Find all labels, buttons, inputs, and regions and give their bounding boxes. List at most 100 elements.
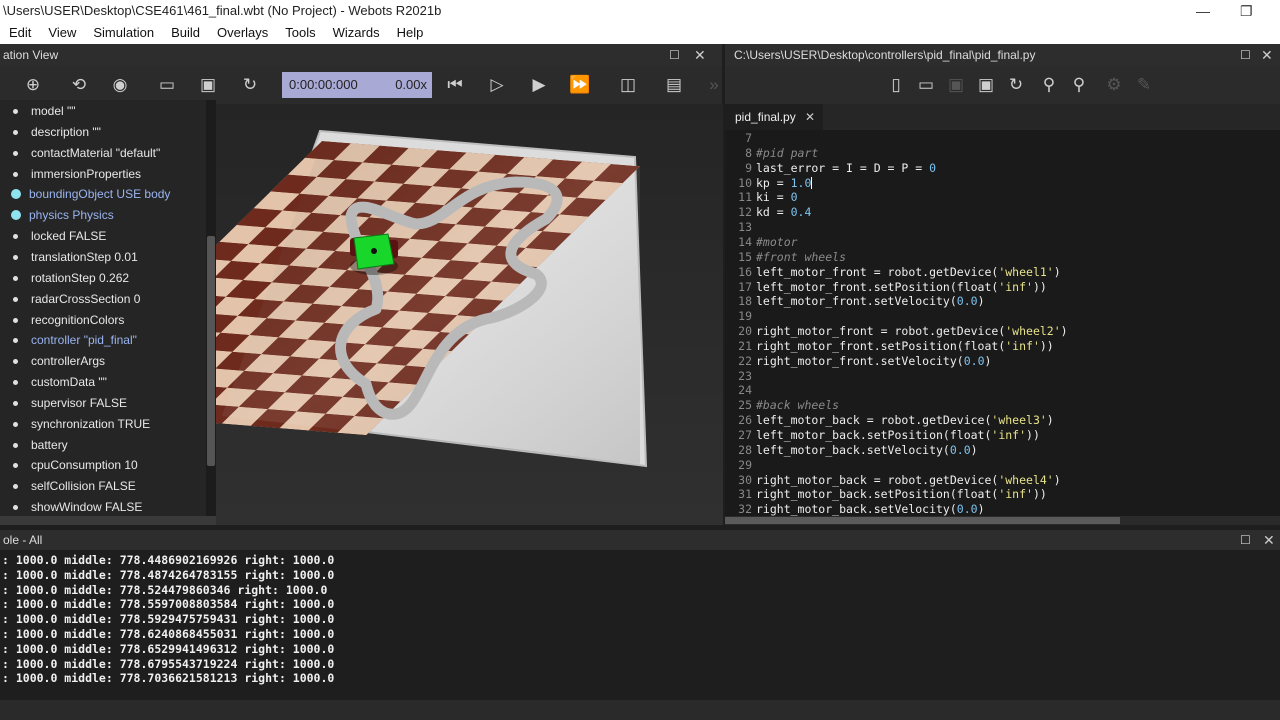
- open-file-icon[interactable]: ▭: [915, 74, 937, 96]
- scene-tree-item[interactable]: rotationStep 0.262: [0, 268, 206, 289]
- 3d-view[interactable]: [48, 104, 723, 525]
- record-movie-icon[interactable]: ▤: [663, 74, 685, 96]
- scene-tree-item[interactable]: showWindow FALSE: [0, 497, 206, 516]
- save-file-icon[interactable]: ▣: [945, 74, 967, 96]
- code-line[interactable]: 19: [725, 309, 756, 324]
- screenshot-icon[interactable]: »: [703, 74, 725, 96]
- scene-tree-item[interactable]: supervisor FALSE: [0, 393, 206, 414]
- code-line[interactable]: 30 right_motor_back = robot.getDevice('wh…: [725, 473, 1061, 488]
- tab-pid-final[interactable]: pid_final.py ✕: [725, 104, 823, 130]
- clean-icon[interactable]: ✎: [1133, 74, 1155, 96]
- code-editor[interactable]: 7 8 #pid part 9 last_error = I = D = P = 0 10…: [725, 130, 1280, 516]
- scene-tree-item[interactable]: radarCrossSection 0: [0, 289, 206, 310]
- code-line[interactable]: 28 left_motor_back.setVelocity(0.0): [725, 443, 977, 458]
- minimize-icon[interactable]: —: [1196, 0, 1210, 22]
- float-console-icon[interactable]: ☐: [1240, 530, 1251, 550]
- scene-tree-item[interactable]: boundingObject USE body: [0, 184, 206, 205]
- code-line[interactable]: 22 right_motor_front.setVelocity(0.0): [725, 354, 991, 369]
- code-line[interactable]: 24: [725, 383, 756, 398]
- scene-tree-item[interactable]: description "": [0, 122, 206, 143]
- code-line[interactable]: 12 kd = 0.4: [725, 205, 811, 220]
- code-line[interactable]: 10 kp = 1.0: [725, 176, 813, 191]
- scene-tree-item[interactable]: recognitionColors: [0, 310, 206, 331]
- code-line[interactable]: 16 left_motor_front = robot.getDevice('wh…: [725, 265, 1061, 280]
- scene-tree-item[interactable]: synchronization TRUE: [0, 414, 206, 435]
- close-tab-icon[interactable]: ✕: [805, 104, 815, 130]
- code-line[interactable]: 8 #pid part: [725, 146, 818, 161]
- reset-simulation-icon[interactable]: ⏮: [444, 74, 466, 96]
- scene-tree-item[interactable]: physics Physics: [0, 205, 206, 226]
- revert-icon[interactable]: ↻: [1005, 74, 1027, 96]
- code-line[interactable]: 14 #motor: [725, 235, 797, 250]
- scene-tree-item[interactable]: contactMaterial "default": [0, 143, 206, 164]
- console-line: : 1000.0 middle: 778.6529941496312 right…: [2, 641, 335, 656]
- fast-forward-icon[interactable]: ⏩: [569, 74, 591, 96]
- code-line[interactable]: 21 right_motor_front.setPosition(float('i…: [725, 339, 1054, 354]
- menu-wizards[interactable]: Wizards: [324, 22, 388, 44]
- scene-tree-item[interactable]: customData "": [0, 372, 206, 393]
- play-icon[interactable]: ▶: [528, 74, 550, 96]
- scene-tree-item[interactable]: controller "pid_final": [0, 330, 206, 351]
- line-number: 8: [745, 145, 752, 160]
- menu-overlays[interactable]: Overlays: [208, 22, 276, 44]
- menu-view[interactable]: View: [39, 22, 84, 44]
- code-line[interactable]: 11 ki = 0: [725, 190, 797, 205]
- close-panel-icon[interactable]: ✕: [694, 44, 706, 66]
- field-editor-splitter[interactable]: [0, 516, 216, 525]
- code-line[interactable]: 23: [725, 369, 756, 384]
- scene-tree-item[interactable]: immersionProperties: [0, 164, 206, 185]
- scene-tree-scroll-thumb[interactable]: [207, 236, 215, 466]
- new-file-icon[interactable]: ▯: [885, 74, 907, 96]
- scene-tree-item[interactable]: translationStep 0.01: [0, 247, 206, 268]
- scene-tree-item[interactable]: locked FALSE: [0, 226, 206, 247]
- scene-tree-item[interactable]: cpuConsumption 10: [0, 455, 206, 476]
- code-scroll-thumb[interactable]: [725, 517, 1120, 524]
- menu-tools[interactable]: Tools: [276, 22, 323, 44]
- save-as-icon[interactable]: ▣: [975, 74, 997, 96]
- reset-view-icon[interactable]: ⟲: [68, 74, 90, 96]
- menu-simulation[interactable]: Simulation: [84, 22, 162, 44]
- console-output[interactable]: : 1000.0 middle: 778.4486902169926 right…: [0, 550, 1280, 700]
- scene-tree-item-label: translationStep 0.01: [31, 249, 138, 264]
- code-token: 'inf': [998, 487, 1033, 502]
- code-line[interactable]: 7: [725, 131, 756, 146]
- code-line[interactable]: 9 last_error = I = D = P = 0: [725, 161, 936, 176]
- step-icon[interactable]: ▷: [486, 74, 508, 96]
- code-line[interactable]: 26 left_motor_back = robot.getDevice('whe…: [725, 413, 1054, 428]
- rendering-icon[interactable]: ◫: [617, 74, 639, 96]
- float-panel-icon[interactable]: ☐: [669, 44, 680, 66]
- line-number: 7: [745, 131, 752, 145]
- code-line[interactable]: 13: [725, 220, 756, 235]
- restore-icon[interactable]: ❐: [1240, 0, 1253, 22]
- code-line[interactable]: 17 left_motor_front.setPosition(float('in…: [725, 280, 1047, 295]
- close-console-icon[interactable]: ✕: [1263, 530, 1275, 550]
- build-icon[interactable]: ⚙: [1103, 74, 1125, 96]
- code-line[interactable]: 25 #back wheels: [725, 398, 839, 413]
- find-icon[interactable]: ⚲: [1038, 74, 1060, 96]
- menu-help[interactable]: Help: [388, 22, 432, 44]
- add-node-icon[interactable]: ⊕: [22, 74, 44, 96]
- close-editor-icon[interactable]: ✕: [1261, 44, 1273, 66]
- scene-tree-item[interactable]: selfCollision FALSE: [0, 476, 206, 497]
- code-line[interactable]: 27 left_motor_back.setPosition(float('inf…: [725, 428, 1040, 443]
- code-line[interactable]: 32 right_motor_back.setVelocity(0.0): [725, 502, 984, 516]
- float-editor-icon[interactable]: ☐: [1240, 44, 1251, 66]
- menu-edit[interactable]: Edit: [0, 22, 39, 44]
- code-line[interactable]: 29: [725, 458, 756, 473]
- code-line[interactable]: 20 right_motor_front = robot.getDevice('w…: [725, 324, 1067, 339]
- reload-world-icon[interactable]: ↻: [239, 74, 261, 96]
- scene-tree-item[interactable]: battery: [0, 435, 206, 456]
- eye-icon[interactable]: ◉: [109, 74, 131, 96]
- scene-tree-item[interactable]: controllerArgs: [0, 351, 206, 372]
- code-line[interactable]: 15 #front wheels: [725, 250, 846, 265]
- scene-tree-item[interactable]: model "": [0, 101, 206, 122]
- code-line[interactable]: 31 right_motor_back.setPosition(float('in…: [725, 487, 1047, 502]
- save-world-icon[interactable]: ▣: [197, 74, 219, 96]
- code-token: 0.4: [790, 205, 812, 220]
- menu-build[interactable]: Build: [162, 22, 208, 44]
- open-world-icon[interactable]: ▭: [156, 74, 178, 96]
- replace-icon[interactable]: ⚲: [1068, 74, 1090, 96]
- code-token: #pid part: [756, 145, 819, 160]
- code-line[interactable]: 18 left_motor_front.setVelocity(0.0): [725, 294, 984, 309]
- scene-tree-item-label: contactMaterial "default": [31, 145, 161, 160]
